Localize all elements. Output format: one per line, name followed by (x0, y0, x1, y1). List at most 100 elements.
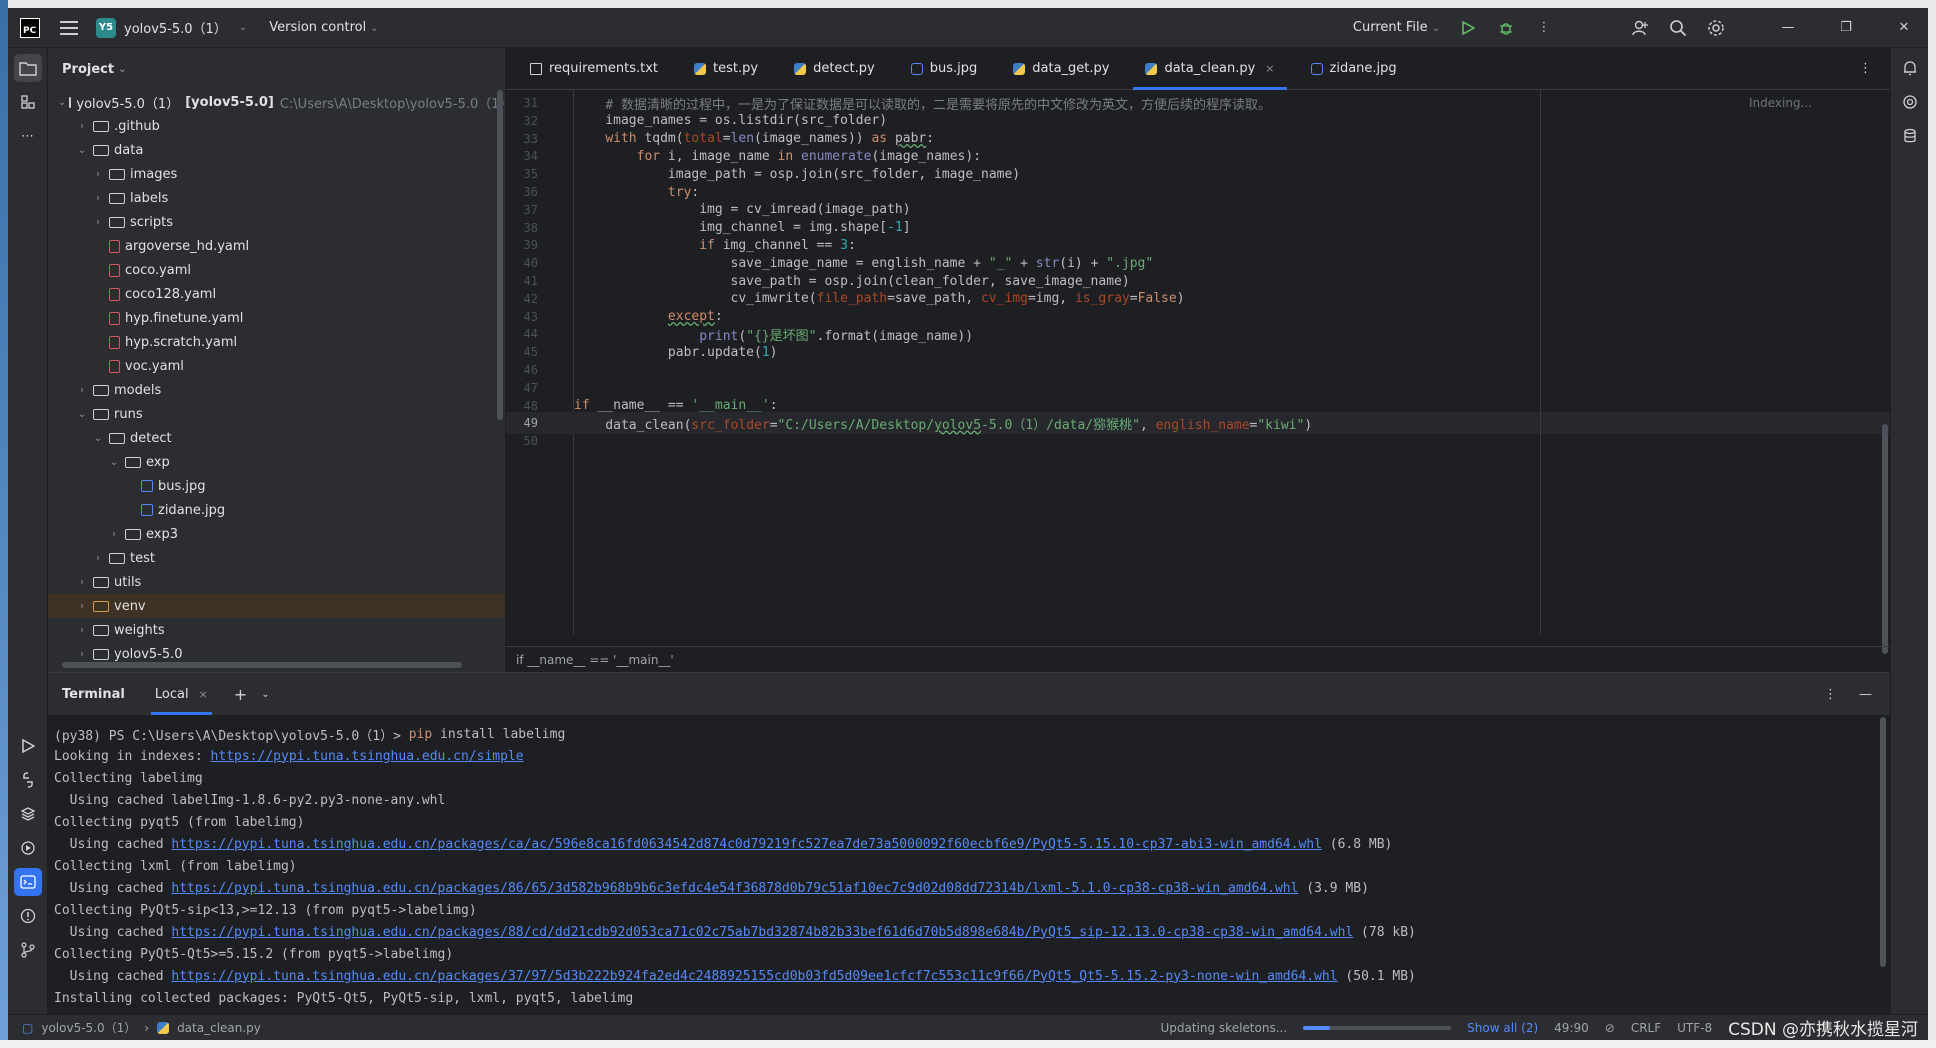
tree-item[interactable]: › weights (48, 618, 505, 642)
more-actions-icon[interactable]: ⋮ (1534, 18, 1554, 38)
tree-item[interactable]: zidane.jpg (48, 498, 505, 522)
terminal-tab-local[interactable]: Local × (150, 673, 212, 715)
tree-item[interactable]: ⌄ yolov5-5.0（1） [yolov5-5.0] C:\Users\A\Des… (48, 90, 505, 114)
project-horizontal-scrollbar[interactable] (62, 662, 462, 668)
collapsed-arrow-icon[interactable]: › (74, 625, 90, 636)
restore-icon[interactable]: ❐ (1836, 18, 1856, 38)
tree-item[interactable]: argoverse_hd.yaml (48, 234, 505, 258)
debug-icon[interactable] (1496, 18, 1516, 38)
tree-item[interactable]: hyp.finetune.yaml (48, 306, 505, 330)
terminal-vertical-scrollbar[interactable] (1880, 717, 1886, 967)
hide-panel-icon[interactable]: — (1859, 687, 1872, 702)
services-icon[interactable] (14, 834, 42, 862)
editor-tab[interactable]: zidane.jpg (1293, 48, 1415, 90)
tree-item[interactable]: › test (48, 546, 505, 570)
expanded-arrow-icon[interactable]: ⌄ (74, 409, 90, 420)
ai-assistant-icon[interactable] (1896, 88, 1924, 116)
database-icon[interactable] (1896, 122, 1924, 150)
editor-tab[interactable]: requirements.txt (512, 48, 676, 90)
expanded-arrow-icon[interactable]: ⌄ (90, 433, 106, 444)
status-project[interactable]: yolov5-5.0（1） (41, 1019, 136, 1036)
editor-vertical-scrollbar[interactable] (1882, 424, 1888, 654)
run-icon[interactable] (1458, 18, 1478, 38)
tree-item[interactable]: › scripts (48, 210, 505, 234)
show-all-tasks-link[interactable]: Show all (2) (1467, 1021, 1538, 1035)
terminal-tool-icon[interactable] (13, 868, 42, 896)
editor-tab[interactable]: bus.jpg (893, 48, 996, 90)
terminal-link[interactable]: https://pypi.tuna.tsinghua.edu.cn/simple (211, 749, 524, 764)
collapsed-arrow-icon[interactable]: › (90, 217, 106, 228)
structure-tool-icon[interactable] (14, 88, 42, 116)
editor-breadcrumb[interactable]: if __name__ == '__main__' (506, 646, 1890, 672)
main-menu-button[interactable] (60, 20, 78, 35)
collapsed-arrow-icon[interactable]: › (74, 649, 90, 660)
collapsed-arrow-icon[interactable]: › (90, 169, 106, 180)
code-line[interactable]: 50 (506, 430, 1890, 452)
close-icon[interactable]: ✕ (1894, 18, 1914, 38)
project-tool-icon[interactable] (13, 54, 42, 82)
editor-tab[interactable]: data_get.py (995, 48, 1127, 90)
git-icon[interactable] (14, 936, 42, 964)
project-panel-header[interactable]: Project ⌄ (48, 48, 505, 90)
tree-item[interactable]: bus.jpg (48, 474, 505, 498)
project-vertical-scrollbar[interactable] (497, 90, 503, 420)
code-area[interactable]: 31 # 数据清晰的过程中，一是为了保证数据是可以读取的，二是需要将原先的中文修… (506, 90, 1890, 634)
collapsed-arrow-icon[interactable]: › (90, 193, 106, 204)
terminal-link[interactable]: https://pypi.tuna.tsinghua.edu.cn/packag… (171, 837, 1322, 852)
tree-item[interactable]: › images (48, 162, 505, 186)
collapsed-arrow-icon[interactable]: › (74, 121, 90, 132)
run-tool-icon[interactable] (14, 732, 42, 760)
status-file[interactable]: data_clean.py (177, 1021, 261, 1035)
tree-item[interactable]: ⌄ data (48, 138, 505, 162)
tree-item[interactable]: › .github (48, 114, 505, 138)
tree-item[interactable]: › utils (48, 570, 505, 594)
terminal-options-icon[interactable]: ⋮ (1824, 687, 1837, 702)
collapsed-arrow-icon[interactable]: › (74, 601, 90, 612)
tree-item[interactable]: ⌄ exp (48, 450, 505, 474)
settings-gear-icon[interactable] (1706, 18, 1726, 38)
caret-position[interactable]: 49:90 (1554, 1021, 1589, 1035)
close-tab-icon[interactable]: × (199, 688, 208, 701)
tree-item[interactable]: coco.yaml (48, 258, 505, 282)
code-with-me-icon[interactable] (1630, 18, 1650, 38)
expanded-arrow-icon[interactable]: ⌄ (106, 457, 122, 468)
expanded-arrow-icon[interactable]: ⌄ (74, 145, 90, 156)
editor-tab[interactable]: detect.py (776, 48, 893, 90)
tree-item[interactable]: hyp.scratch.yaml (48, 330, 505, 354)
collapsed-arrow-icon[interactable]: › (106, 529, 122, 540)
collapsed-arrow-icon[interactable]: › (90, 553, 106, 564)
editor-tab[interactable]: test.py (676, 48, 776, 90)
terminal-output[interactable]: (py38) PS C:\Users\A\Desktop\yolov5-5.0（… (48, 715, 1890, 1009)
readonly-toggle-icon[interactable]: ⊘ (1605, 1021, 1615, 1035)
terminal-link[interactable]: https://pypi.tuna.tsinghua.edu.cn/packag… (171, 969, 1337, 984)
notifications-bell-icon[interactable] (1896, 54, 1924, 82)
background-task-label[interactable]: Updating skeletons... (1160, 1021, 1287, 1035)
line-separator[interactable]: CRLF (1631, 1021, 1661, 1035)
tree-item[interactable]: voc.yaml (48, 354, 505, 378)
tree-item[interactable]: › venv (48, 594, 505, 618)
tree-item[interactable]: › labels (48, 186, 505, 210)
tree-item[interactable]: ⌄ runs (48, 402, 505, 426)
terminal-link[interactable]: https://pypi.tuna.tsinghua.edu.cn/packag… (171, 925, 1353, 940)
collapsed-arrow-icon[interactable]: › (74, 577, 90, 588)
python-packages-icon[interactable] (14, 800, 42, 828)
version-control-menu[interactable]: Version control ⌄ (269, 20, 378, 35)
file-encoding[interactable]: UTF-8 (1677, 1021, 1712, 1035)
project-switcher[interactable]: Y5 yolov5-5.0（1） ⌄ (96, 17, 247, 38)
collapsed-arrow-icon[interactable]: › (74, 385, 90, 396)
chevron-down-icon[interactable]: ⌄ (261, 689, 269, 700)
minimize-icon[interactable]: — (1778, 18, 1798, 38)
tree-item[interactable]: › exp3 (48, 522, 505, 546)
more-tools-icon[interactable]: ⋯ (14, 122, 42, 150)
search-icon[interactable] (1668, 18, 1688, 38)
new-terminal-icon[interactable]: + (234, 685, 247, 704)
tab-actions-icon[interactable]: ⋮ (1859, 61, 1872, 76)
expanded-arrow-icon[interactable]: ⌄ (58, 97, 66, 108)
editor-tab[interactable]: data_clean.py × (1127, 48, 1292, 90)
python-console-icon[interactable] (14, 766, 42, 794)
problems-icon[interactable] (14, 902, 42, 930)
run-config-selector[interactable]: Current File ⌄ (1353, 20, 1440, 35)
tree-item[interactable]: ⌄ detect (48, 426, 505, 450)
tree-item[interactable]: coco128.yaml (48, 282, 505, 306)
close-tab-icon[interactable]: × (1265, 62, 1274, 75)
